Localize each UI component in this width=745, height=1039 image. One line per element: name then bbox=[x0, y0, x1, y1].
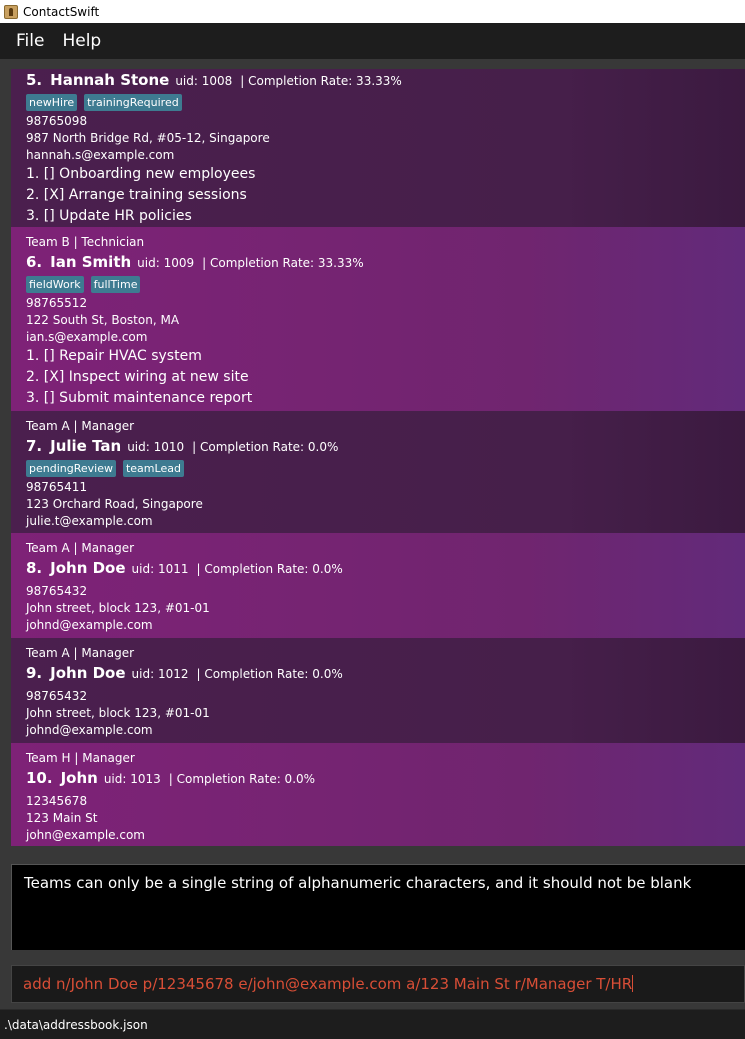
result-message: Teams can only be a single string of alp… bbox=[24, 874, 692, 892]
person-uid: uid: 1011 bbox=[131, 562, 189, 576]
person-card[interactable]: 5. Hannah Stone uid: 1008 | Completion Rate… bbox=[11, 69, 745, 227]
person-address: 122 South St, Boston, MA bbox=[26, 313, 180, 327]
completion-rate: | Completion Rate: 33.33% bbox=[202, 256, 364, 270]
person-name: John bbox=[60, 769, 98, 787]
person-email: johnd@example.com bbox=[26, 723, 153, 737]
person-index: 5. bbox=[26, 71, 43, 89]
person-name: Julie Tan bbox=[50, 437, 122, 455]
tag-label: newHire bbox=[26, 93, 78, 111]
person-name: John Doe bbox=[50, 664, 126, 682]
task-item: 2. [X] Arrange training sessions bbox=[26, 187, 247, 203]
person-email: johnd@example.com bbox=[26, 618, 153, 632]
task-item: 1. [] Onboarding new employees bbox=[26, 166, 256, 182]
name-line: 5. Hannah Stone uid: 1008 | Completion Rate… bbox=[26, 69, 745, 91]
status-bar: .\data\addressbook.json bbox=[0, 1009, 745, 1039]
team-role: Team B | Technician bbox=[26, 235, 145, 249]
person-card[interactable]: Team A | Manager 8. John Doe uid: 1011 | Com… bbox=[11, 533, 745, 638]
menu-file[interactable]: File bbox=[16, 31, 44, 51]
person-phone: 98765432 bbox=[26, 584, 88, 598]
person-index: 9. bbox=[26, 664, 43, 682]
tag-list: fieldWork fullTime bbox=[26, 273, 745, 295]
person-index: 10. bbox=[26, 769, 53, 787]
command-text: add n/John Doe p/12345678 e/john@example… bbox=[23, 975, 633, 993]
completion-rate: | Completion Rate: 0.0% bbox=[196, 667, 343, 681]
task-item: 3. [] Update HR policies bbox=[26, 208, 192, 224]
person-uid: uid: 1012 bbox=[131, 667, 189, 681]
person-email: hannah.s@example.com bbox=[26, 148, 175, 162]
person-index: 8. bbox=[26, 559, 43, 577]
person-phone: 98765432 bbox=[26, 689, 88, 703]
person-phone: 98765512 bbox=[26, 296, 88, 310]
person-list[interactable]: 5. Hannah Stone uid: 1008 | Completion Rate… bbox=[11, 69, 745, 846]
command-box-panel: add n/John Doe p/12345678 e/john@example… bbox=[0, 959, 745, 1009]
person-uid: uid: 1009 bbox=[137, 256, 195, 270]
person-phone: 98765411 bbox=[26, 480, 88, 494]
name-line: 7. Julie Tan uid: 1010 | Completion Rate: 0… bbox=[26, 435, 745, 457]
result-display: Teams can only be a single string of alp… bbox=[11, 864, 745, 950]
name-line: 8. John Doe uid: 1011 | Completion Rate: 0.… bbox=[26, 557, 745, 579]
command-input[interactable]: add n/John Doe p/12345678 e/john@example… bbox=[11, 965, 745, 1003]
window-title: ContactSwift bbox=[23, 4, 100, 19]
tag-label: teamLead bbox=[122, 459, 184, 477]
person-card[interactable]: Team B | Technician 6. Ian Smith uid: 1009 |… bbox=[11, 227, 745, 411]
team-role: Team A | Manager bbox=[26, 541, 135, 555]
team-role: Team A | Manager bbox=[26, 646, 135, 660]
person-email: ian.s@example.com bbox=[26, 330, 148, 344]
person-address: 123 Orchard Road, Singapore bbox=[26, 497, 203, 511]
completion-rate: | Completion Rate: 0.0% bbox=[168, 772, 316, 786]
team-role: Team A | Manager bbox=[26, 419, 135, 433]
person-phone: 12345678 bbox=[26, 794, 88, 808]
team-role: Team H | Manager bbox=[26, 751, 135, 765]
app-icon bbox=[4, 4, 18, 19]
tag-list: pendingReview teamLead bbox=[26, 457, 745, 479]
name-line: 9. John Doe uid: 1012 | Completion Rate: 0.… bbox=[26, 662, 745, 684]
menu-help[interactable]: Help bbox=[62, 31, 101, 51]
person-address: 987 North Bridge Rd, #05-12, Singapore bbox=[26, 131, 270, 145]
person-address: 123 Main St bbox=[26, 811, 98, 825]
person-index: 7. bbox=[26, 437, 43, 455]
task-item: 1. [] Repair HVAC system bbox=[26, 348, 202, 364]
name-line: 6. Ian Smith uid: 1009 | Completion Rate: 3… bbox=[26, 251, 745, 273]
person-uid: uid: 1010 bbox=[127, 440, 185, 454]
person-uid: uid: 1013 bbox=[103, 772, 161, 786]
person-list-panel: 5. Hannah Stone uid: 1008 | Completion Rate… bbox=[0, 59, 745, 855]
tag-label: fieldWork bbox=[26, 275, 84, 293]
person-index: 6. bbox=[26, 253, 43, 271]
name-line: 10. John uid: 1013 | Completion Rate: 0.0% bbox=[26, 767, 745, 789]
title-bar: ContactSwift bbox=[0, 0, 745, 23]
person-name: Hannah Stone bbox=[50, 71, 170, 89]
text-caret bbox=[632, 975, 634, 992]
person-card[interactable]: Team A | Manager 9. John Doe uid: 1012 | Com… bbox=[11, 638, 745, 743]
completion-rate: | Completion Rate: 0.0% bbox=[192, 440, 339, 454]
save-location: .\data\addressbook.json bbox=[4, 1017, 148, 1032]
tag-label: pendingReview bbox=[26, 459, 116, 477]
person-name: Ian Smith bbox=[50, 253, 132, 271]
person-email: john@example.com bbox=[26, 828, 145, 842]
task-item: 3. [] Submit maintenance report bbox=[26, 390, 253, 406]
person-address: John street, block 123, #01-01 bbox=[26, 706, 210, 720]
tag-label: trainingRequired bbox=[84, 93, 182, 111]
person-email: julie.t@example.com bbox=[26, 514, 153, 528]
person-card[interactable]: Team A | Manager 7. Julie Tan uid: 1010 | Co… bbox=[11, 411, 745, 533]
person-card[interactable]: Team H | Manager 10. John uid: 1013 | Comple… bbox=[11, 743, 745, 846]
menu-bar: File Help bbox=[0, 23, 745, 59]
completion-rate: | Completion Rate: 33.33% bbox=[240, 74, 402, 88]
person-address: John street, block 123, #01-01 bbox=[26, 601, 210, 615]
person-phone: 98765098 bbox=[26, 114, 88, 128]
tag-list: newHire trainingRequired bbox=[26, 91, 745, 113]
person-name: John Doe bbox=[50, 559, 126, 577]
task-item: 2. [X] Inspect wiring at new site bbox=[26, 369, 249, 385]
result-display-panel: Teams can only be a single string of alp… bbox=[0, 855, 745, 959]
tag-label: fullTime bbox=[90, 275, 141, 293]
person-uid: uid: 1008 bbox=[175, 74, 233, 88]
completion-rate: | Completion Rate: 0.0% bbox=[196, 562, 343, 576]
